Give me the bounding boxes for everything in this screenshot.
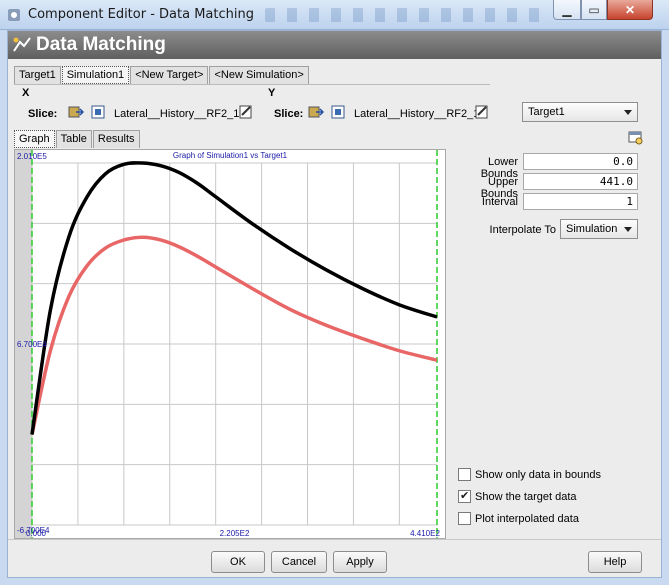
target-select[interactable]: Target1 <box>522 102 638 122</box>
x-slice-folder-icon[interactable] <box>90 104 106 120</box>
chart-title: Graph of Simulation1 vs Target1 <box>173 151 288 160</box>
tab-new-simulation[interactable]: <New Simulation> <box>209 66 309 84</box>
view-tabs: Graph Table Results <box>14 130 141 148</box>
check-only-in-bounds-label: Show only data in bounds <box>475 468 601 481</box>
tab-new-target[interactable]: <New Target> <box>130 66 209 84</box>
x-axis-letter: X <box>22 87 30 99</box>
top-tabs: Target1 Simulation1 <New Target> <New Si… <box>14 66 310 84</box>
interpolate-label: Interpolate To <box>489 224 556 236</box>
window-titlebar: Component Editor - Data Matching ▁ ▭ ✕ <box>0 0 669 30</box>
interpolate-select-value: Simulation <box>566 223 618 235</box>
tab-simulation1[interactable]: Simulation1 <box>61 66 130 84</box>
y-tick-top: 2.010E5 <box>17 152 47 161</box>
check-show-target-label: Show the target data <box>475 490 577 503</box>
minimize-button[interactable]: ▁ <box>553 0 581 20</box>
chevron-down-icon <box>624 227 632 232</box>
button-bar: OK Cancel Apply Help <box>8 539 661 577</box>
interpolate-select[interactable]: Simulation <box>560 219 638 239</box>
check-show-target[interactable]: Show the target data <box>458 489 577 503</box>
x-slice-value: Lateral__History__RF2_1 <box>114 108 240 120</box>
x-slice-label: Slice: <box>28 108 58 120</box>
chevron-down-icon <box>624 110 632 115</box>
target-select-value: Target1 <box>528 106 565 118</box>
slice-bar: X Slice: Lateral__History__RF2_1 Y Slice… <box>14 84 490 125</box>
check-plot-interpolated-label: Plot interpolated data <box>475 512 579 525</box>
dialog-title: Data Matching <box>36 34 166 55</box>
tab-target1[interactable]: Target1 <box>14 66 61 84</box>
maximize-button[interactable]: ▭ <box>581 0 607 20</box>
x-tick-right: 4.410E2 <box>410 529 440 538</box>
close-button[interactable]: ✕ <box>607 0 653 20</box>
checkbox-show-target[interactable] <box>458 489 471 503</box>
check-plot-interpolated[interactable]: Plot interpolated data <box>458 512 579 525</box>
x-slice-select-icon[interactable] <box>68 104 84 120</box>
check-only-in-bounds[interactable]: Show only data in bounds <box>458 468 601 481</box>
ok-button[interactable]: OK <box>211 551 265 573</box>
x-tick-mid: 2.205E2 <box>220 529 250 538</box>
export-icon[interactable] <box>628 130 644 146</box>
y-slice-select-icon[interactable] <box>308 104 324 120</box>
help-button[interactable]: Help <box>588 551 642 573</box>
y-slice-edit-icon[interactable] <box>474 104 490 120</box>
lower-bounds-field[interactable]: 0.0 <box>523 153 638 170</box>
dialog-header: Data Matching <box>8 31 661 59</box>
checkbox-only-in-bounds[interactable] <box>458 468 471 481</box>
series-line-1 <box>30 235 438 435</box>
upper-bounds-field[interactable]: 441.0 <box>523 173 638 190</box>
window-title: Component Editor - Data Matching <box>28 7 254 22</box>
tab-table[interactable]: Table <box>55 130 92 148</box>
data-matching-icon <box>13 37 31 52</box>
y-slice-folder-icon[interactable] <box>330 104 346 120</box>
tab-results[interactable]: Results <box>92 130 140 148</box>
background-toolbar-ghost <box>265 8 545 22</box>
interval-label: Interval <box>481 196 518 208</box>
x-slice-edit-icon[interactable] <box>238 104 254 120</box>
cancel-button[interactable]: Cancel <box>271 551 327 573</box>
y-tick-mid: 6.700E4 <box>17 340 47 349</box>
x-tick-left: 0.000 <box>26 529 47 538</box>
y-axis-letter: Y <box>268 87 276 99</box>
series-line-0 <box>30 161 438 435</box>
graph-panel: 2.010E5 6.700E4 -6.700E4 0.000 2.205E2 4.410E… <box>14 149 446 539</box>
interval-field[interactable]: 1 <box>523 193 638 210</box>
tab-graph[interactable]: Graph <box>14 130 55 148</box>
chart-svg[interactable]: 2.010E56.700E4-6.700E40.000 2.205E2 4.410E… <box>15 150 445 538</box>
apply-button[interactable]: Apply <box>333 551 387 573</box>
y-slice-value: Lateral__History__RF2_1 <box>354 108 480 120</box>
app-icon <box>8 9 20 21</box>
y-slice-label: Slice: <box>274 108 304 120</box>
checkbox-plot-interpolated[interactable] <box>458 512 471 525</box>
dialog-frame: Data Matching Target1 Simulation1 <New T… <box>7 30 662 578</box>
